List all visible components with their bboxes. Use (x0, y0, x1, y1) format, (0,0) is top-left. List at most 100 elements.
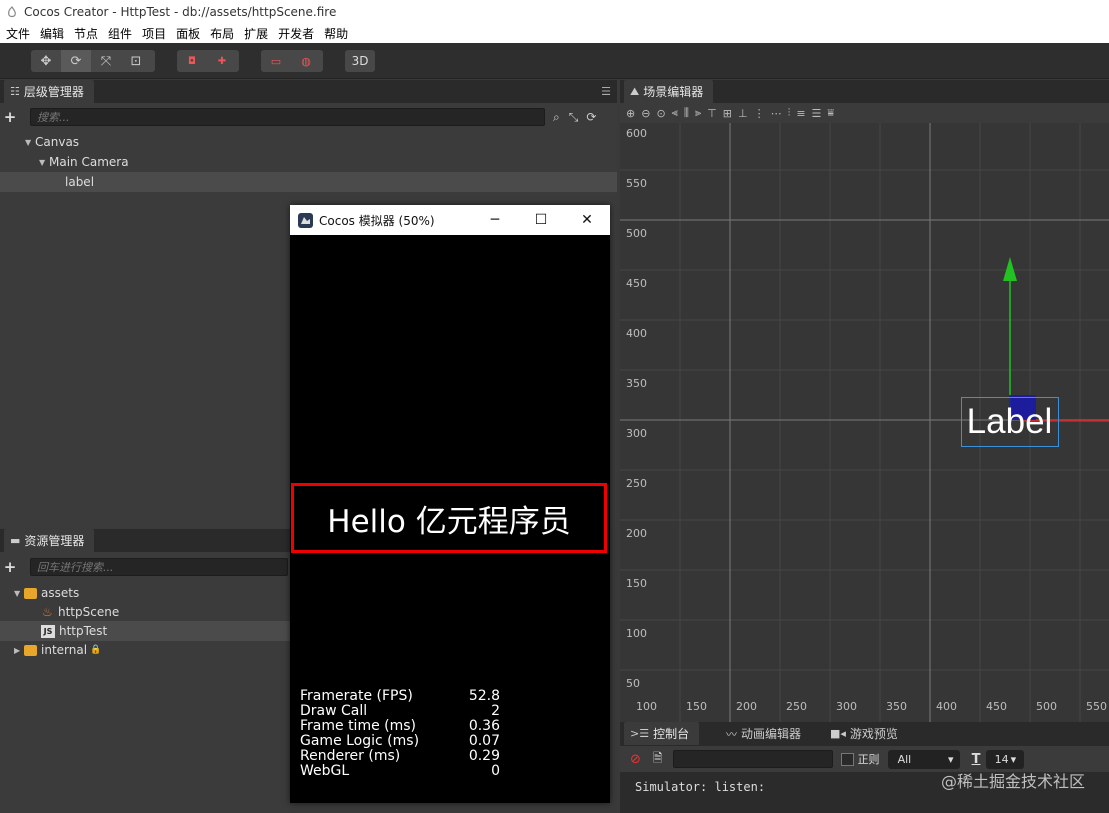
zoom-reset-icon[interactable]: ⊙ (656, 107, 665, 120)
hierarchy-search-row: + 搜索... ⌕ ⤡ ⟳ (0, 104, 617, 130)
menu-panel[interactable]: 面板 (174, 25, 206, 42)
menu-layout[interactable]: 布局 (208, 25, 240, 42)
close-button[interactable]: ✕ (564, 205, 610, 235)
search-icon[interactable]: ⌕ (553, 110, 560, 125)
tab-console[interactable]: >☰ 控制台 (624, 722, 700, 745)
hello-label-highlight: Hello 亿元程序员 (291, 483, 607, 553)
align-top-icon[interactable]: ⊤ (707, 107, 717, 120)
distribute-middle-icon[interactable]: ☰ (812, 107, 822, 120)
tree-node-label-node[interactable]: label (0, 172, 617, 192)
stat-value: 52.8 (468, 688, 500, 704)
scale-tool-button[interactable]: ⤧ (91, 50, 121, 72)
asset-scene-httpscene[interactable]: ♨ httpScene (0, 602, 290, 622)
hierarchy-tab-label: 层级管理器 (23, 85, 84, 99)
maximize-button[interactable]: ☐ (518, 205, 564, 235)
stat-row-fps: Framerate (FPS) 52.8 (300, 689, 500, 704)
stat-name: Frame time (ms) (300, 718, 417, 734)
hierarchy-search-input[interactable]: 搜索... (30, 108, 545, 126)
panel-menu-icon[interactable]: ☰ (601, 85, 611, 98)
animation-icon: 〰 (726, 727, 737, 741)
zoom-in-icon[interactable]: ⊕ (626, 107, 635, 120)
distribute-center-icon[interactable]: ⋯ (771, 107, 782, 120)
assets-tab-label: 资源管理器 (24, 534, 85, 548)
clear-console-icon[interactable]: ⊘ (630, 752, 641, 767)
add-asset-button[interactable]: + (0, 558, 20, 576)
expand-caret-icon[interactable]: ▼ (14, 589, 24, 598)
lock-icon: 🔒 (90, 645, 102, 655)
distribute-bottom-icon[interactable]: ⩸ (827, 106, 834, 120)
maximize-icon: ☐ (534, 212, 548, 228)
menu-project[interactable]: 项目 (140, 25, 172, 42)
tab-assets[interactable]: ▬ 资源管理器 (4, 529, 95, 552)
window-titlebar: Cocos Creator - HttpTest - db://assets/h… (0, 0, 1109, 24)
expand-caret-icon[interactable]: ▼ (25, 138, 35, 147)
coordinate-button[interactable]: ✚ (207, 50, 237, 72)
stat-name: WebGL (300, 763, 350, 779)
expand-caret-icon[interactable]: ▼ (39, 158, 49, 167)
tab-hierarchy[interactable]: ☷ 层级管理器 (4, 80, 94, 103)
menu-file[interactable]: 文件 (4, 25, 36, 42)
assets-search-input[interactable]: 回车进行搜索... (30, 558, 288, 576)
rotate-tool-button[interactable]: ⟳ (61, 50, 91, 72)
font-size-select[interactable]: 14 ▾ (986, 749, 1025, 769)
stat-value: 2 (491, 703, 500, 719)
tree-node-main-camera[interactable]: ▼ Main Camera (0, 152, 617, 172)
menu-extension[interactable]: 扩展 (242, 25, 274, 42)
open-log-icon[interactable]: 🗎 (653, 749, 663, 770)
y-axis-arrow-icon[interactable] (1003, 257, 1017, 281)
stat-row-game-logic: Game Logic (ms) 0.07 (300, 734, 500, 749)
preview-device-button[interactable]: ▭ (261, 50, 291, 72)
align-right-icon[interactable]: ⫸ (695, 106, 701, 120)
tab-scene-editor[interactable]: ⛰ 场景编辑器 (624, 80, 714, 103)
console-tab-label: 控制台 (653, 727, 690, 741)
menu-node[interactable]: 节点 (72, 25, 104, 42)
scene-toolbar: ⊕ ⊖ ⊙ ⫷ ⫼ ⫸ ⊤ ⊞ ⊥ ⋮ ⋯ ⫶ ≡ ☰ ⩸ (620, 103, 1109, 123)
rect-tool-button[interactable]: ⊡ (121, 50, 151, 72)
folder-tab-icon: ▬ (10, 534, 21, 547)
pivot-button[interactable]: ◘ (177, 50, 207, 72)
zoom-out-icon[interactable]: ⊖ (641, 107, 650, 120)
hierarchy-tab-row: ☷ 层级管理器 ☰ (0, 80, 617, 103)
asset-folder-internal[interactable]: ▶ internal 🔒 (0, 640, 290, 660)
stat-value: 0.29 (468, 748, 500, 764)
tab-game-preview[interactable]: ■◂ 游戏预览 (824, 722, 908, 745)
align-left-icon[interactable]: ⫷ (672, 106, 678, 120)
console-icon: >☰ (630, 727, 650, 740)
minimize-button[interactable]: ─ (472, 205, 518, 235)
expand-caret-icon[interactable]: ▶ (14, 646, 24, 655)
menu-component[interactable]: 组件 (106, 25, 138, 42)
log-level-select[interactable]: All ▾ (887, 749, 960, 769)
distribute-top-icon[interactable]: ≡ (796, 107, 805, 120)
stat-value: 0.36 (468, 718, 500, 734)
menu-developer[interactable]: 开发者 (276, 25, 320, 42)
tab-animation-editor[interactable]: 〰 动画编辑器 (720, 722, 812, 745)
scene-label-node-text[interactable]: Label (961, 401, 1058, 443)
scene-fire-icon: ♨ (42, 605, 53, 619)
menu-help[interactable]: 帮助 (322, 25, 354, 42)
move-tool-button[interactable]: ✥ (31, 50, 61, 72)
asset-folder-assets[interactable]: ▼ assets (0, 583, 290, 603)
tree-node-canvas[interactable]: ▼ Canvas (0, 132, 617, 152)
menu-edit[interactable]: 编辑 (38, 25, 70, 42)
add-node-button[interactable]: + (0, 108, 20, 126)
asset-script-httptest[interactable]: JS httpTest (0, 621, 290, 641)
tree-node-label: label (65, 175, 95, 189)
scene-viewport[interactable]: 600 550 500 450 400 350 300 250 200 150 … (620, 123, 1109, 722)
distribute-right-icon[interactable]: ⫶ (788, 106, 791, 120)
asset-label: assets (41, 586, 80, 600)
regex-checkbox[interactable] (840, 752, 854, 766)
simulator-titlebar: Cocos 模拟器 (50%) ─ ☐ ✕ (290, 205, 610, 235)
distribute-left-icon[interactable]: ⋮ (754, 107, 765, 120)
align-center-h-icon[interactable]: ⫼ (684, 106, 689, 120)
align-middle-icon[interactable]: ⊞ (723, 107, 732, 120)
toggle-3d-button[interactable]: 3D (345, 50, 375, 72)
console-filter-input[interactable] (672, 750, 833, 768)
stat-name: Renderer (ms) (300, 748, 401, 764)
scene-tab-label: 场景编辑器 (643, 85, 704, 99)
refresh-icon[interactable]: ⟳ (586, 110, 596, 124)
js-file-icon: JS (41, 624, 55, 638)
align-bottom-icon[interactable]: ⊥ (738, 107, 748, 120)
asset-label: httpTest (59, 624, 108, 638)
preview-browser-button[interactable]: ◍ (291, 50, 321, 72)
collapse-icon[interactable]: ⤡ (569, 110, 579, 125)
